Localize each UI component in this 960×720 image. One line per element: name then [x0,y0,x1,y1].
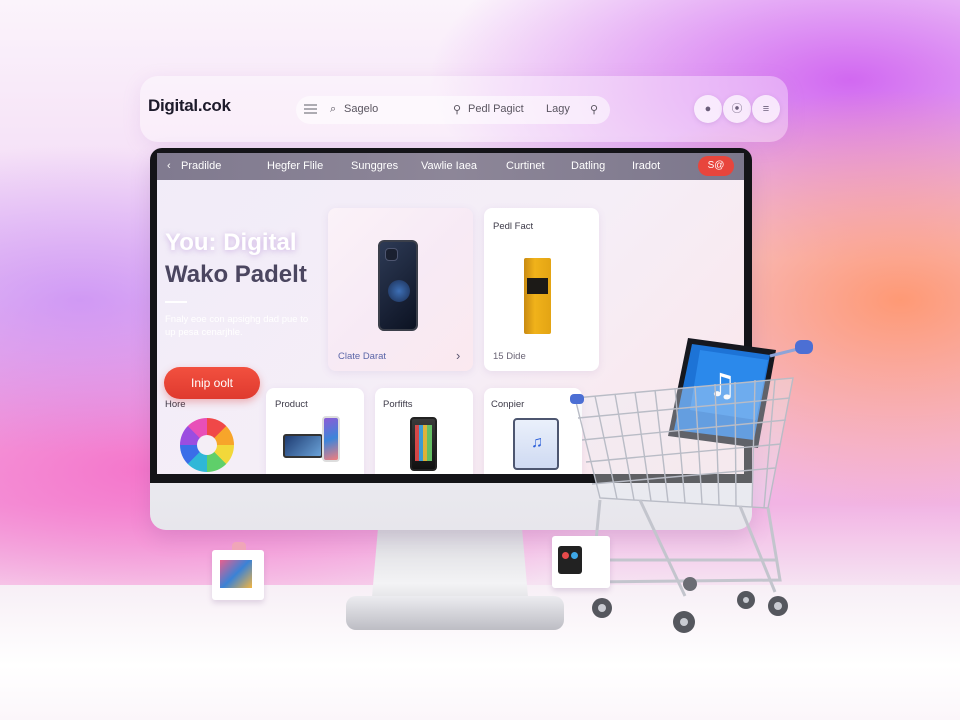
nav-item[interactable]: Hegfer Flile [267,160,323,172]
notification-icon[interactable]: ● [694,95,722,123]
tablet-image: ♫ [513,418,559,470]
search-input[interactable]: Pedl Pagict [468,103,524,115]
top-link[interactable]: Lagy [546,103,570,115]
hero-title-line2: Wako Padelt [165,261,307,288]
category-card[interactable]: Product [266,388,364,474]
category-label: Product [275,399,308,410]
product-card[interactable]: Pedl Fact 15 Dide [484,208,599,371]
search-submit-icon[interactable]: ⚲ [590,103,598,116]
category-label: Hore [165,399,186,410]
product-box-image [524,258,551,334]
screen-navigation-bar: ‹ Pradilde Hegfer Flile Sunggres Vawlie … [157,153,744,180]
hero-title: You: Digital Wako Padelt [165,227,307,291]
gift-box-small [212,542,264,600]
category-card[interactable]: Porfifts [375,388,473,474]
cart-icon[interactable]: ⦿ [723,95,751,123]
phone-image [322,416,340,462]
hero-divider [165,301,187,303]
nav-item[interactable]: Vawlie Iaea [421,160,477,172]
camera-icon [385,248,398,261]
smartphone-image [378,240,418,331]
chevron-right-icon[interactable]: › [456,348,460,363]
search-label: Sagelo [344,103,379,115]
category-card[interactable]: Conpier ♫ [484,388,582,474]
monitor-base [346,596,564,630]
search-icon: ⌕ [330,103,337,115]
menu-dots-icon[interactable]: ≡ [752,95,780,123]
color-wheel-image [180,418,234,472]
nav-item[interactable]: Iradot [632,160,660,172]
hero-description: Fnaly eoe con apsighg dad pue to up pesa… [165,314,309,338]
top-search-bar[interactable]: ⌕ Sagelo ⚲ Pedl Pagict Lagy ⚲ [296,96,610,124]
brand-logo[interactable]: Digital.cok [148,96,231,116]
monitor-screen: ‹ Pradilde Hegfer Flile Sunggres Vawlie … [157,153,744,474]
product-card-title: Pedl Fact [493,221,534,232]
product-card-footer: 15 Dide [493,351,526,362]
category-label: Porfifts [383,399,413,410]
hero-title-line1: You: Digital [165,229,297,256]
nav-item[interactable]: Sunggres [351,160,398,172]
laptop-image [283,434,323,458]
featured-product-card[interactable]: Clate Darat › [328,208,473,371]
phone-image [410,417,437,471]
gift-bag [552,536,610,588]
back-chevron-icon[interactable]: ‹ [167,160,171,172]
featured-card-label: Clate Darat [338,351,387,362]
category-card[interactable]: Hore [157,388,257,474]
nav-back-link[interactable]: Pradilde [181,160,221,172]
nav-cta-button[interactable]: S@ [698,156,734,176]
search-icon: ⚲ [453,104,462,116]
category-label: Conpier [491,399,525,410]
shop-now-button[interactable]: Inip oolt [164,367,260,399]
nav-item[interactable]: Datling [571,160,605,172]
nav-item[interactable]: Curtinet [506,160,545,172]
